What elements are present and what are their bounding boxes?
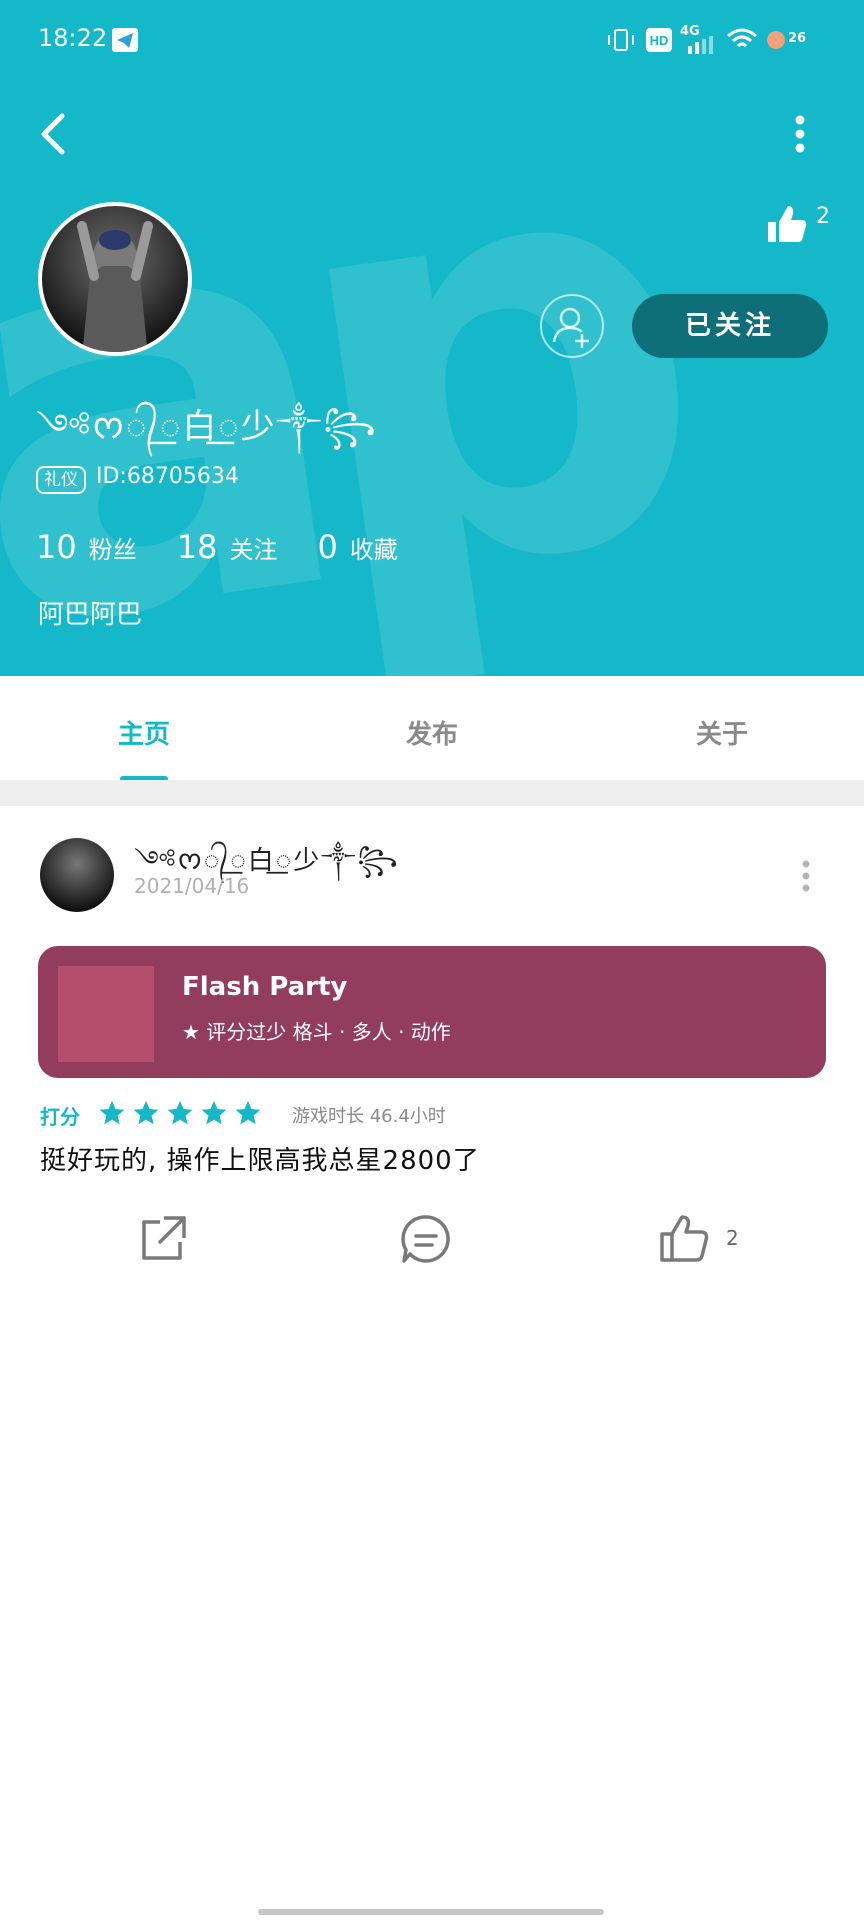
game-thumbnail [58, 966, 154, 1062]
tab-about[interactable]: 关于 [622, 714, 822, 751]
home-indicator[interactable] [258, 1909, 604, 1915]
stat-following[interactable]: 18 关注 [177, 528, 278, 566]
status-bar: 18:22 HD 4G 26 [0, 0, 864, 80]
like-thumb-icon[interactable] [766, 204, 808, 244]
battery-level: 26 [788, 31, 807, 46]
signal-icon [688, 36, 713, 54]
section-divider [0, 780, 864, 806]
comment-icon[interactable] [400, 1214, 452, 1264]
vibrate-icon [608, 29, 634, 51]
avatar-figure-image [77, 221, 153, 352]
profile-avatar[interactable] [38, 202, 192, 356]
battery-icon [767, 31, 785, 49]
stat-label: 关注 [229, 536, 278, 564]
profile-stats: 10 粉丝 18 关注 0 收藏 [36, 528, 398, 566]
more-vertical-icon[interactable] [790, 114, 810, 154]
stat-number: 0 [317, 528, 338, 566]
stat-followers[interactable]: 10 粉丝 [36, 528, 137, 566]
user-id: ID:68705634 [96, 464, 239, 489]
profile-tabs: 主页 发布 关于 [0, 676, 864, 780]
stat-label: 收藏 [349, 536, 398, 564]
post-date: 2021/04/16 [134, 874, 250, 898]
stat-number: 10 [36, 528, 77, 566]
stat-number: 18 [176, 528, 218, 566]
star-icon [133, 1100, 159, 1125]
post-author-avatar[interactable] [40, 838, 114, 912]
profile-like-count: 2 [816, 204, 830, 229]
like-count: 2 [726, 1226, 739, 1250]
star-icon [201, 1100, 227, 1125]
share-icon[interactable] [138, 1214, 188, 1264]
review-text: 挺好玩的, 操作上限高我总星2800了 [40, 1146, 480, 1176]
game-card[interactable]: Flash Party ★ 评分过少 格斗 · 多人 · 动作 [38, 946, 826, 1078]
star-icon [99, 1100, 125, 1125]
stat-favorites[interactable]: 0 收藏 [317, 528, 397, 566]
rating-stars [98, 1099, 268, 1131]
play-time: 游戏时长 46.4小时 [292, 1106, 446, 1127]
wifi-icon [727, 28, 757, 48]
post-more-icon[interactable] [800, 860, 812, 892]
add-user-icon [552, 307, 589, 348]
telegram-icon [112, 28, 138, 52]
profile-header: ap 18:22 HD 4G 26 2 已关注 ༺ᰔ᭄꯭白꯭少༒꧂ 礼仪 ID:… [0, 0, 864, 676]
rating-label: 打分 [40, 1104, 80, 1129]
tab-home[interactable]: 主页 [44, 714, 244, 751]
hd-icon: HD [646, 28, 672, 52]
stat-label: 粉丝 [88, 536, 137, 564]
tab-posts[interactable]: 发布 [332, 714, 532, 751]
user-badge: 礼仪 [36, 466, 86, 494]
status-time: 18:22 [38, 24, 108, 52]
svg-text:HD: HD [650, 33, 669, 48]
profile-bio: 阿巴阿巴 [38, 600, 143, 630]
rating-row: 打分 游戏时长 46.4小时 [40, 1098, 446, 1132]
add-friend-button[interactable] [540, 294, 604, 358]
star-icon [167, 1100, 193, 1125]
game-tags: ★ 评分过少 格斗 · 多人 · 动作 [182, 1020, 451, 1044]
star-icon [235, 1100, 261, 1125]
back-arrow-icon[interactable] [36, 110, 72, 158]
follow-button[interactable]: 已关注 [632, 294, 828, 358]
like-icon[interactable] [658, 1214, 712, 1264]
game-title: Flash Party [182, 972, 348, 1002]
